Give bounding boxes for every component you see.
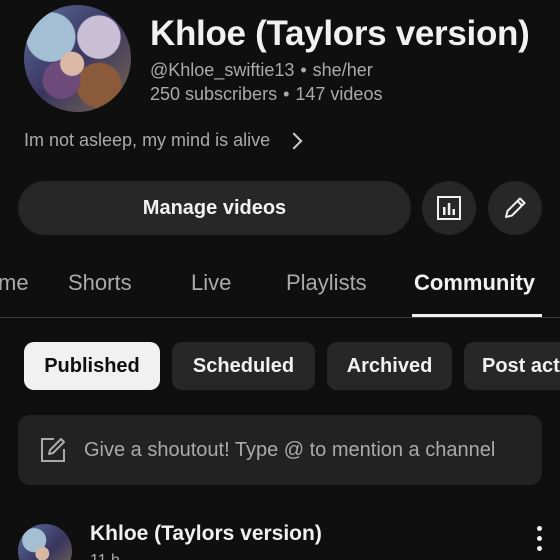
tab-live[interactable]: Live (191, 270, 231, 296)
separator-dot: • (283, 84, 290, 104)
filter-scheduled[interactable]: Scheduled (172, 342, 315, 390)
analytics-button[interactable] (422, 181, 476, 235)
tab-playlists[interactable]: Playlists (286, 270, 367, 296)
channel-handle-row: @Khloe_swiftie13 • she/her (150, 60, 373, 81)
filter-archived[interactable]: Archived (327, 342, 452, 390)
pencil-icon (505, 197, 526, 218)
post-author-name: Khloe (Taylors version) (90, 522, 322, 545)
chevron-right-icon (285, 132, 303, 149)
video-count: 147 videos (295, 84, 383, 104)
channel-description[interactable]: Im not asleep, my mind is alive (24, 130, 303, 151)
channel-tabs: me Shorts Live Playlists Community (0, 256, 560, 318)
channel-name: Khloe (Taylors version) (150, 14, 530, 53)
channel-stats-row: 250 subscribers • 147 videos (150, 84, 382, 105)
post-author-avatar[interactable] (18, 524, 72, 560)
more-options-icon[interactable] (534, 522, 544, 560)
composer-placeholder: Give a shoutout! Type @ to mention a cha… (84, 438, 496, 461)
post-timestamp: 11 h (90, 552, 120, 560)
channel-avatar[interactable] (24, 5, 131, 112)
edit-channel-button[interactable] (488, 181, 542, 235)
tab-shorts[interactable]: Shorts (68, 270, 132, 296)
channel-tagline: Im not asleep, my mind is alive (24, 130, 271, 150)
analytics-icon (437, 196, 461, 220)
channel-handle: @Khloe_swiftie13 (150, 60, 295, 80)
subscriber-count: 250 subscribers (150, 84, 278, 104)
tab-home[interactable]: me (0, 270, 29, 296)
compose-icon (41, 438, 65, 462)
channel-pronouns: she/her (312, 60, 373, 80)
post-composer[interactable]: Give a shoutout! Type @ to mention a cha… (18, 415, 542, 485)
tab-community[interactable]: Community (414, 270, 535, 296)
separator-dot: • (300, 60, 307, 80)
filter-post-activity[interactable]: Post act (464, 342, 560, 390)
manage-videos-button[interactable]: Manage videos (18, 181, 411, 235)
filter-published[interactable]: Published (24, 342, 160, 390)
active-tab-indicator (412, 314, 542, 317)
